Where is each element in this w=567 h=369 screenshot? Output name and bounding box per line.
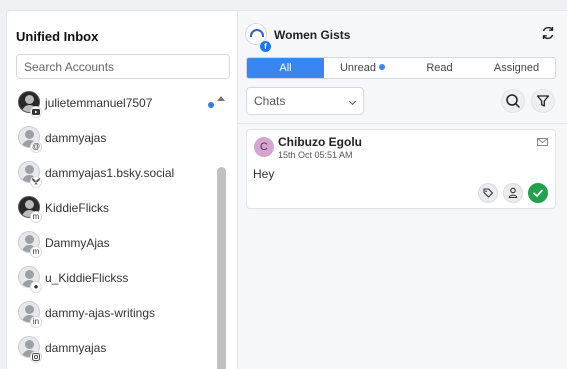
panel-title: Unified Inbox (16, 29, 99, 44)
facebook-icon: f (260, 41, 271, 52)
sender-name: Chibuzo Egolu (278, 135, 362, 149)
search-icon (506, 94, 520, 108)
filter-button[interactable] (531, 89, 555, 113)
divider (238, 123, 567, 124)
scrollbar-thumb[interactable] (217, 167, 226, 369)
tab-assigned[interactable]: Assigned (478, 58, 555, 78)
tag-button[interactable] (478, 183, 498, 203)
tab-unread[interactable]: Unread (324, 58, 401, 78)
account-name: julietemmanuel7507 (45, 96, 153, 110)
youtube-icon (30, 106, 42, 118)
refresh-icon[interactable] (540, 25, 556, 41)
account-item[interactable]: dammyajas1.bsky.social (7, 161, 217, 195)
unread-indicator (208, 102, 214, 108)
select-value: Chats (254, 94, 286, 108)
account-name: dammy-ajas-writings (45, 306, 156, 320)
chevron-down-icon (348, 97, 357, 106)
message-preview: Hey (253, 167, 275, 181)
user-icon (508, 187, 518, 199)
account-name: DammyAjas (45, 236, 110, 250)
bluesky-icon (30, 176, 42, 188)
tab-read[interactable]: Read (401, 58, 478, 78)
scroll-up-arrow[interactable] (217, 96, 225, 101)
account-item[interactable]: dammyajas (7, 336, 217, 369)
account-item[interactable]: m KiddieFlicks (7, 196, 217, 230)
account-name: dammyajas1.bsky.social (45, 166, 175, 180)
account-name: dammyajas (45, 341, 107, 355)
filter-tabs: All Unread Read Assigned (246, 57, 556, 79)
avatar: C (254, 137, 274, 157)
mail-icon (537, 138, 548, 146)
filter-icon (536, 95, 550, 107)
account-item[interactable]: m DammyAjas (7, 231, 217, 265)
check-icon (533, 189, 543, 197)
conversation-item[interactable]: C Chibuzo Egolu 15th Oct 05:51 AM Hey (246, 129, 556, 209)
resolve-button[interactable] (528, 183, 548, 203)
search-button[interactable] (501, 89, 525, 113)
linkedin-icon: in (30, 316, 42, 328)
conversation-type-select[interactable]: Chats (246, 87, 364, 115)
account-name: dammyajas (45, 131, 107, 145)
tab-all[interactable]: All (247, 58, 324, 78)
mastodon-icon: m (30, 211, 42, 223)
channel-title: Women Gists (274, 28, 351, 42)
account-name: u_KiddieFlickss (45, 271, 129, 285)
message-timestamp: 15th Oct 05:51 AM (278, 150, 353, 160)
reddit-icon: ● (30, 281, 42, 293)
instagram-icon (30, 351, 42, 363)
conversation-panel: f Women Gists All Unread Read Assigned C… (238, 10, 567, 369)
mastodon-icon: m (30, 246, 42, 258)
tag-icon (483, 188, 494, 198)
threads-icon: @ (30, 141, 42, 153)
account-item[interactable]: in dammy-ajas-writings (7, 301, 217, 335)
account-item[interactable]: julietemmanuel7507 (7, 91, 217, 125)
account-item[interactable]: @ dammyajas (7, 126, 217, 160)
accounts-panel: Unified Inbox julietemmanuel7507 @ dammy… (6, 10, 238, 369)
account-name: KiddieFlicks (45, 201, 110, 215)
unread-dot-indicator (379, 64, 386, 70)
account-item[interactable]: ● u_KiddieFlickss (7, 266, 217, 300)
search-accounts-input[interactable] (16, 54, 230, 79)
assign-user-button[interactable] (503, 183, 523, 203)
